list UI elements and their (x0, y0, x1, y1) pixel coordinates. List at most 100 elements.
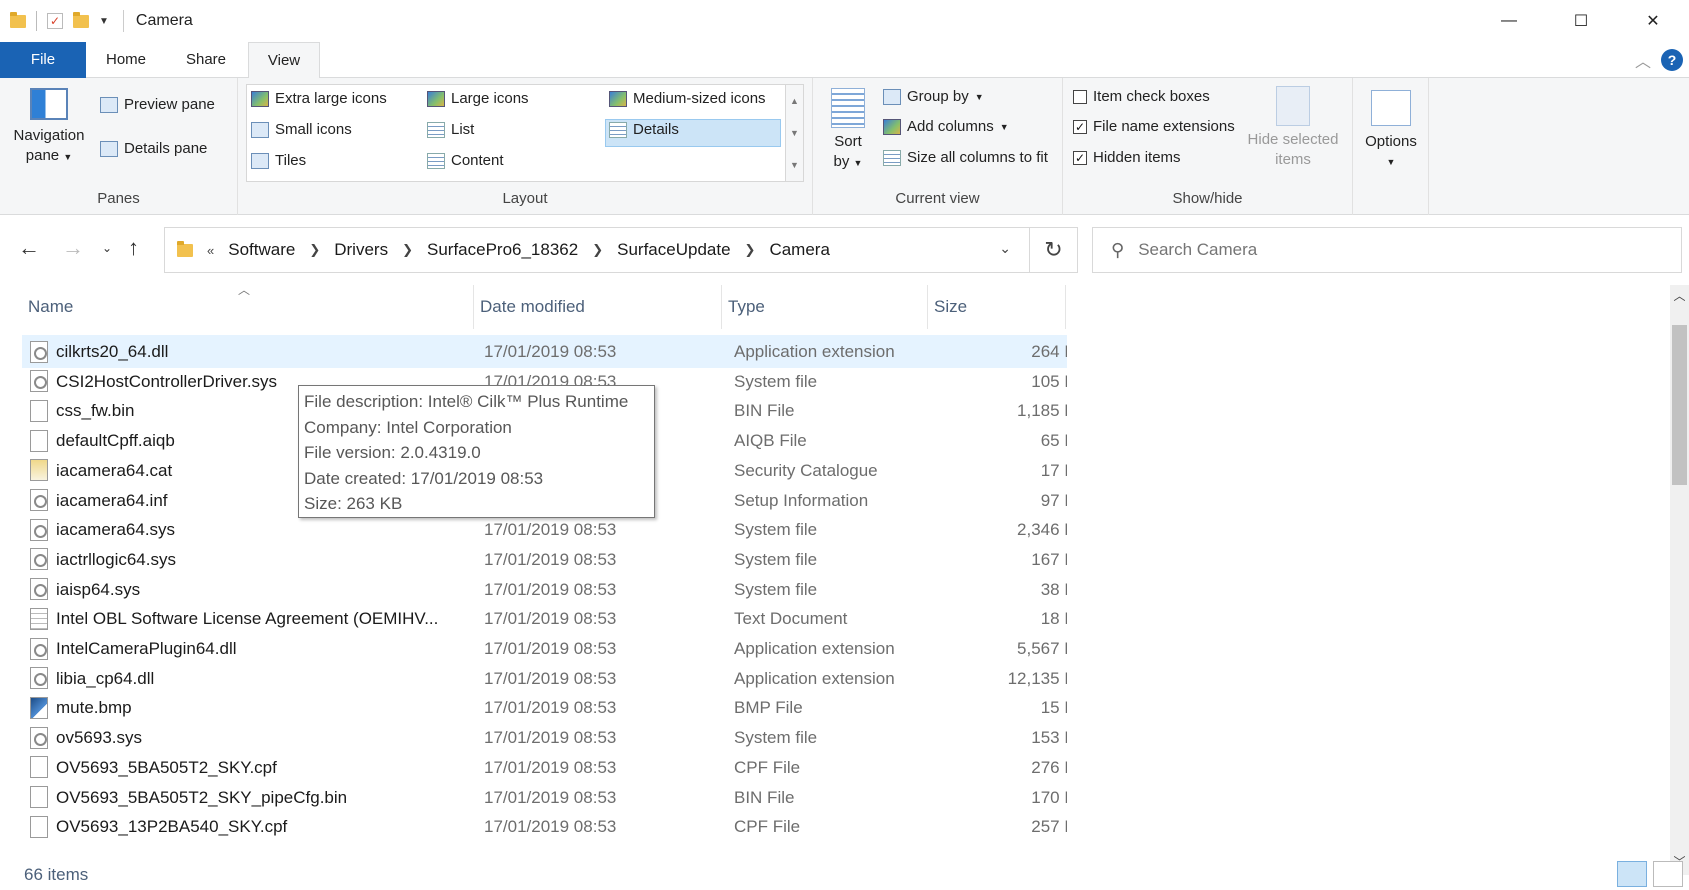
table-row[interactable]: OV5693_5BA505T2_SKY_pipeCfg.bin 17/01/201… (22, 781, 1067, 814)
add-columns-button[interactable]: Add columns ▼ (883, 118, 1009, 135)
vertical-scrollbar[interactable]: ︿ ﹀ (1670, 285, 1689, 875)
column-header-size[interactable]: Size (928, 285, 1066, 329)
large-icons-view-icon[interactable] (1653, 861, 1683, 887)
column-header-date[interactable]: Date modified (474, 285, 722, 329)
overflow-crumbs-icon[interactable]: « (207, 243, 214, 258)
recent-locations-chevron-down-icon[interactable]: ⌄ (102, 241, 112, 255)
layout-gallery-scroll[interactable]: ▲ ▼ ▼ (786, 84, 804, 182)
minimize-button[interactable]: — (1473, 0, 1545, 42)
table-row[interactable]: iacamera64.sys 17/01/2019 08:53 System fil… (22, 513, 1067, 546)
medium-icons-icon (609, 90, 627, 107)
file-name-cell[interactable]: libia_cp64.dll (30, 662, 480, 695)
breadcrumb-camera[interactable]: Camera (769, 240, 829, 260)
table-row[interactable]: iactrllogic64.sys 17/01/2019 08:53 System … (22, 543, 1067, 576)
tiles-option[interactable]: Tiles (251, 152, 306, 169)
details-view-icon[interactable] (1617, 861, 1647, 887)
file-type: System file (734, 371, 818, 391)
tab-home[interactable]: Home (90, 42, 162, 78)
navigation-pane-button[interactable]: Navigation pane ▼ (10, 88, 88, 167)
customize-toolbar-chevron-down-icon[interactable]: ▼ (99, 16, 109, 27)
file-name-cell[interactable]: Intel OBL Software License Agreement (OE… (30, 602, 480, 635)
new-folder-icon[interactable] (73, 11, 89, 28)
breadcrumb-chevron-icon[interactable]: ❯ (592, 242, 603, 258)
item-check-boxes-checkbox[interactable] (1073, 89, 1087, 104)
breadcrumb-surfacepro6[interactable]: SurfacePro6_18362 (427, 240, 578, 260)
file-name-cell[interactable]: OV5693_5BA505T2_SKY_pipeCfg.bin (30, 781, 480, 814)
file-name-cell[interactable]: IntelCameraPlugin64.dll (30, 632, 480, 665)
hide-selected-items-button[interactable]: Hide selected items (1239, 86, 1347, 170)
scroll-up-icon[interactable]: ▲ (790, 96, 799, 106)
table-row[interactable]: mute.bmp 17/01/2019 08:53 BMP File 15 KB (22, 691, 1067, 724)
table-row[interactable]: libia_cp64.dll 17/01/2019 08:53 Applicatio… (22, 662, 1067, 695)
properties-icon[interactable]: ✓ (47, 13, 63, 29)
file-name-cell[interactable]: OV5693_13P2BA540_SKY.cpf (30, 810, 480, 843)
table-row[interactable]: iaisp64.sys 17/01/2019 08:53 System file 38… (22, 573, 1067, 606)
maximize-button[interactable]: ☐ (1545, 0, 1617, 42)
scrollbar-thumb[interactable] (1672, 325, 1687, 485)
extra-large-icons-option[interactable]: Extra large icons (251, 90, 387, 107)
breadcrumb-chevron-icon[interactable]: ❯ (309, 242, 320, 258)
up-arrow-icon[interactable]: ↑ (128, 235, 139, 261)
back-arrow-icon[interactable]: ← (18, 235, 40, 261)
file-name-cell[interactable]: iacamera64.sys (30, 513, 480, 546)
file-date: 17/01/2019 08:53 (484, 549, 617, 569)
address-history-chevron-down-icon[interactable]: ⌄ (999, 240, 1011, 257)
scroll-down-icon[interactable]: ▼ (790, 128, 799, 138)
scroll-up-icon[interactable]: ︿ (1670, 287, 1689, 307)
group-by-button[interactable]: Group by ▼ (883, 88, 984, 105)
file-name-extensions-checkbox[interactable]: ✓ (1073, 119, 1087, 134)
content-option[interactable]: Content (427, 152, 504, 169)
current-view-group-label: Current view (895, 190, 980, 207)
details-option[interactable]: Details (609, 121, 679, 138)
hidden-items-toggle[interactable]: ✓ Hidden items (1073, 149, 1181, 166)
breadcrumb-drivers[interactable]: Drivers (334, 240, 388, 260)
address-bar[interactable]: « Software ❯ Drivers ❯ SurfacePro6_18362… (164, 227, 1030, 273)
group-by-label: Group by (907, 88, 969, 105)
file-name-cell[interactable]: OV5693_5BA505T2_SKY.cpf (30, 751, 480, 784)
expand-gallery-icon[interactable]: ▼ (790, 160, 799, 170)
file-name-cell[interactable]: ov5693.sys (30, 721, 480, 754)
breadcrumb-chevron-icon[interactable]: ❯ (402, 242, 413, 258)
tooltip-size: Size: 263 KB (304, 494, 403, 513)
options-button[interactable]: Options ▼ (1357, 90, 1425, 172)
file-name: OV5693_13P2BA540_SKY.cpf (56, 817, 288, 837)
table-row[interactable]: IntelCameraPlugin64.dll 17/01/2019 08:53 A… (22, 632, 1067, 665)
table-row[interactable]: cilkrts20_64.dll 17/01/2019 08:53 Applicat… (22, 335, 1067, 368)
file-name-cell[interactable]: iactrllogic64.sys (30, 543, 480, 576)
hidden-items-label: Hidden items (1093, 149, 1181, 166)
forward-arrow-icon[interactable]: → (62, 235, 84, 261)
file-name-cell[interactable]: cilkrts20_64.dll (30, 335, 480, 368)
list-option[interactable]: List (427, 121, 474, 138)
preview-pane-button[interactable]: Preview pane (100, 96, 215, 113)
file-name-cell[interactable]: iaisp64.sys (30, 573, 480, 606)
sort-by-button[interactable]: Sort by ▼ (819, 88, 877, 173)
help-icon[interactable]: ? (1661, 49, 1683, 71)
tab-share[interactable]: Share (170, 42, 242, 78)
close-button[interactable]: ✕ (1617, 0, 1689, 42)
table-row[interactable]: OV5693_13P2BA540_SKY.cpf 17/01/2019 08:53… (22, 810, 1067, 843)
size-all-columns-button[interactable]: Size all columns to fit (883, 149, 1048, 166)
hide-selected-label-1: Hide selected (1247, 131, 1339, 148)
breadcrumb-software[interactable]: Software (228, 240, 295, 260)
table-row[interactable]: Intel OBL Software License Agreement (OE… (22, 602, 1067, 635)
breadcrumb-surfaceupdate[interactable]: SurfaceUpdate (617, 240, 730, 260)
refresh-icon[interactable]: ↻ (1030, 227, 1078, 273)
search-box[interactable]: ⚲ (1092, 227, 1682, 273)
medium-icons-option[interactable]: Medium-sized icons (609, 90, 766, 107)
table-row[interactable]: ov5693.sys 17/01/2019 08:53 System file 153… (22, 721, 1067, 754)
tab-file[interactable]: File (0, 42, 86, 78)
large-icons-option[interactable]: Large icons (427, 90, 529, 107)
details-pane-button[interactable]: Details pane (100, 140, 207, 157)
file-name-cell[interactable]: mute.bmp (30, 691, 480, 724)
breadcrumb-chevron-icon[interactable]: ❯ (745, 242, 756, 258)
small-icons-option[interactable]: Small icons (251, 121, 352, 138)
item-check-boxes-toggle[interactable]: Item check boxes (1073, 88, 1210, 105)
minimize-ribbon-chevron-up-icon[interactable]: ︿ (1635, 48, 1651, 72)
file-name-extensions-toggle[interactable]: ✓ File name extensions (1073, 118, 1235, 135)
column-header-type[interactable]: Type (722, 285, 928, 329)
search-input[interactable] (1138, 240, 1639, 260)
table-row[interactable]: OV5693_5BA505T2_SKY.cpf 17/01/2019 08:53 C… (22, 751, 1067, 784)
options-icon (1371, 90, 1411, 126)
hidden-items-checkbox[interactable]: ✓ (1073, 150, 1087, 165)
tab-view[interactable]: View (248, 42, 320, 79)
